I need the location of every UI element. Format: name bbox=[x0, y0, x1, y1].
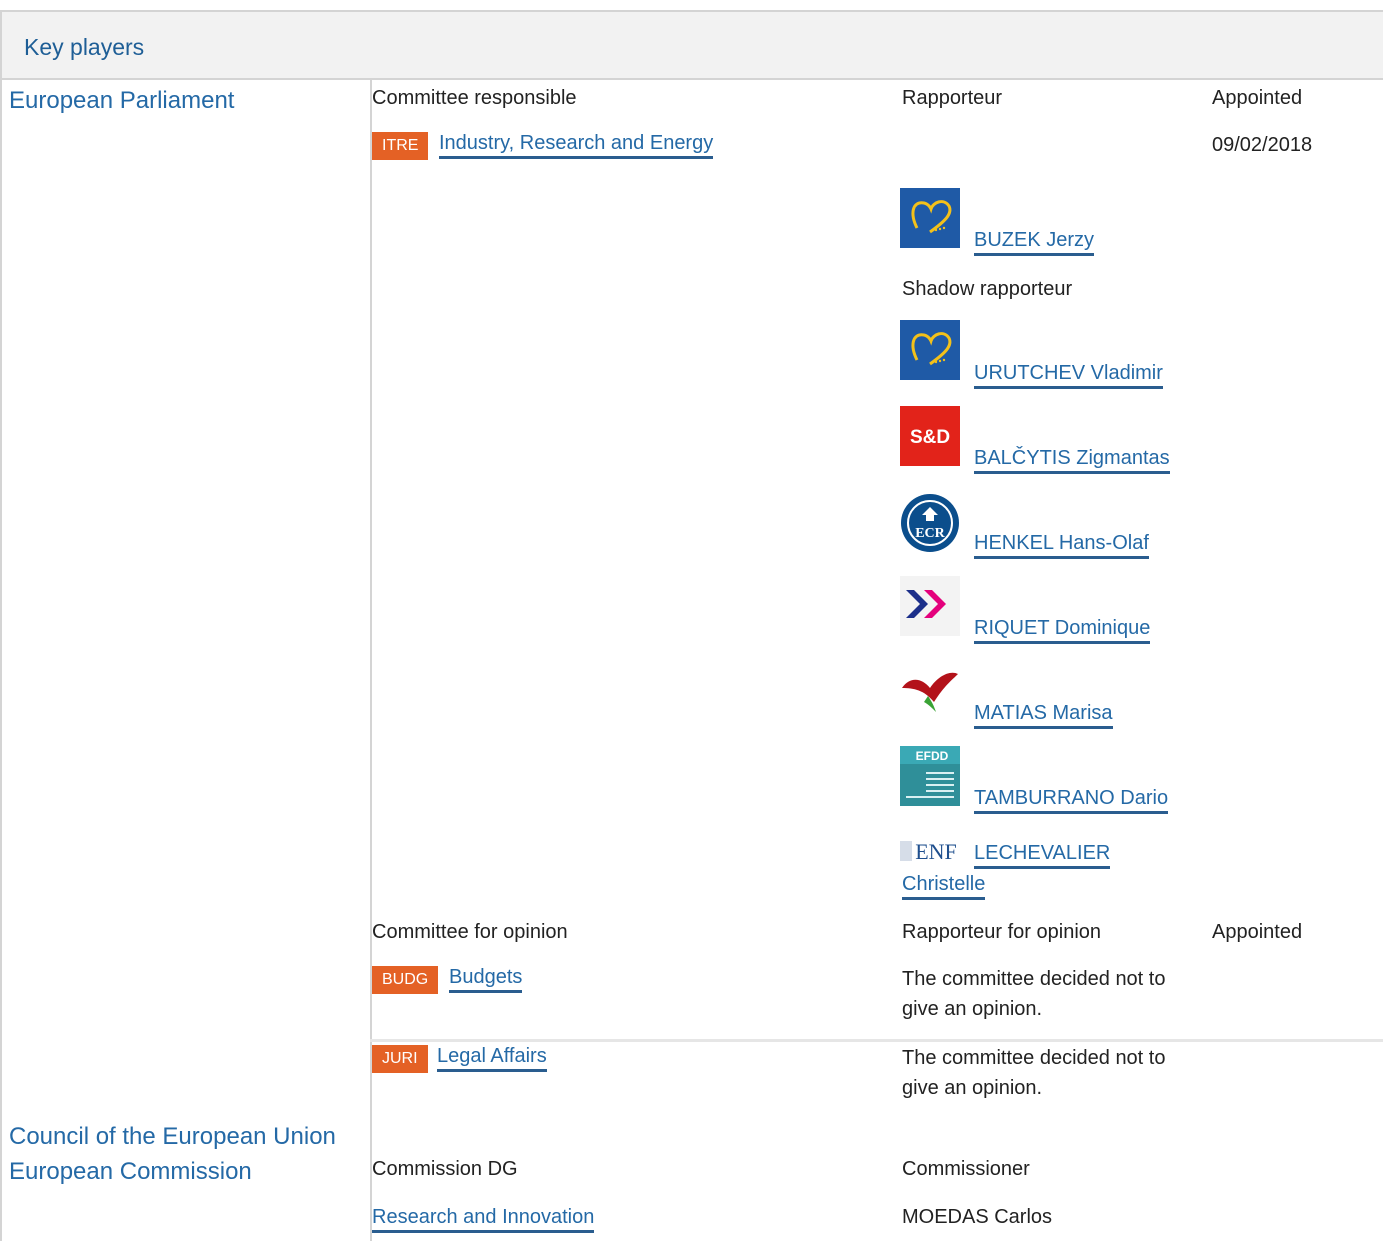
col-committee-for-opinion: Committee for opinion bbox=[372, 921, 568, 943]
shadow-name[interactable]: MATIAS Marisa bbox=[974, 702, 1113, 729]
enf-logo-icon: ENF bbox=[900, 835, 960, 867]
shadow-name[interactable]: BALČYTIS Zigmantas bbox=[974, 447, 1170, 474]
key-players-header: Key players bbox=[0, 12, 1383, 80]
shadow-name[interactable]: TAMBURRANO Dario bbox=[974, 787, 1169, 814]
committee-link-budg[interactable]: Budgets bbox=[449, 966, 523, 993]
col-commission-dg: Commission DG bbox=[372, 1158, 518, 1180]
committee-badge-juri: JURI bbox=[372, 1045, 428, 1073]
shadow-link-henkel[interactable]: HENKEL Hans-Olaf bbox=[974, 532, 1149, 559]
shadow-name[interactable]: RIQUET Dominique bbox=[974, 617, 1151, 644]
opinion-note-juri-1: The committee decided not to bbox=[902, 1047, 1166, 1069]
committee-link-juri[interactable]: Legal Affairs bbox=[437, 1045, 547, 1072]
commission-dg-link[interactable]: Research and Innovation bbox=[372, 1206, 595, 1233]
col-committee-responsible: Committee responsible bbox=[372, 87, 577, 109]
committee-name[interactable]: Legal Affairs bbox=[437, 1045, 547, 1072]
shadow-name[interactable]: URUTCHEV Vladimir bbox=[974, 362, 1163, 389]
ecr-logo-text: ECR bbox=[915, 526, 945, 541]
institutions-column: European Parliament Council of the Europ… bbox=[0, 80, 370, 1241]
epp-logo-icon bbox=[900, 188, 960, 248]
shadow-name[interactable]: HENKEL Hans-Olaf bbox=[974, 532, 1149, 559]
opinion-note-juri-2: give an opinion. bbox=[902, 1077, 1043, 1099]
col-rapporteur: Rapporteur bbox=[902, 87, 1003, 109]
ecr-logo-icon: ECR bbox=[900, 493, 960, 553]
gue-ngl-logo-icon bbox=[900, 662, 960, 722]
epp-logo-icon bbox=[900, 320, 960, 380]
row-divider bbox=[370, 1039, 1383, 1042]
committee-name[interactable]: Industry, Research and Energy bbox=[439, 132, 714, 159]
shadow-name[interactable]: Christelle bbox=[902, 873, 986, 900]
col-appointed: Appointed bbox=[1212, 87, 1303, 109]
alde-logo-icon bbox=[900, 576, 960, 636]
shadow-link-riquet[interactable]: RIQUET Dominique bbox=[974, 617, 1151, 644]
shadow-link-balcytis[interactable]: BALČYTIS Zigmantas bbox=[974, 447, 1170, 474]
shadow-rapporteur-label: Shadow rapporteur bbox=[902, 278, 1073, 300]
col-commissioner: Commissioner bbox=[902, 1158, 1030, 1180]
opinion-note-budg-2: give an opinion. bbox=[902, 998, 1043, 1020]
section-title: Key players bbox=[24, 34, 145, 60]
shadow-link-urutchev[interactable]: URUTCHEV Vladimir bbox=[974, 362, 1163, 389]
efdd-logo-text: EFDD bbox=[916, 749, 949, 763]
sd-logo-text: S&D bbox=[910, 427, 950, 448]
enf-logo-text: ENF bbox=[915, 839, 957, 864]
shadow-link-tamburrano[interactable]: TAMBURRANO Dario bbox=[974, 787, 1169, 814]
committee-badge-itre: ITRE bbox=[372, 132, 429, 160]
shadow-name[interactable]: LECHEVALIER bbox=[974, 842, 1111, 869]
opinion-note-budg-1: The committee decided not to bbox=[902, 968, 1166, 990]
shadow-link-matias[interactable]: MATIAS Marisa bbox=[974, 702, 1113, 729]
rapporteur-name[interactable]: BUZEK Jerzy bbox=[974, 229, 1095, 256]
committee-badge-budg: BUDG bbox=[372, 966, 439, 994]
institution-european-commission[interactable]: European Commission bbox=[9, 1158, 252, 1186]
rapporteur-link[interactable]: BUZEK Jerzy bbox=[974, 229, 1095, 256]
shadow-link-lechevalier-1[interactable]: LECHEVALIER bbox=[974, 842, 1111, 869]
sd-logo-icon: S&D bbox=[900, 406, 960, 466]
col-rapporteur-for-opinion: Rapporteur for opinion bbox=[902, 921, 1102, 943]
institution-european-parliament[interactable]: European Parliament bbox=[9, 87, 234, 115]
institution-council[interactable]: Council of the European Union bbox=[9, 1123, 336, 1151]
shadow-link-lechevalier-2[interactable]: Christelle bbox=[902, 873, 986, 900]
committee-link-itre[interactable]: Industry, Research and Energy bbox=[439, 132, 714, 159]
appointed-date: 09/02/2018 bbox=[1212, 134, 1313, 156]
dg-name[interactable]: Research and Innovation bbox=[372, 1206, 595, 1233]
commissioner-name: MOEDAS Carlos bbox=[902, 1206, 1053, 1228]
committee-name[interactable]: Budgets bbox=[449, 966, 523, 993]
col-appointed-opinion: Appointed bbox=[1212, 921, 1303, 943]
efdd-logo-icon: EFDD bbox=[900, 746, 960, 806]
